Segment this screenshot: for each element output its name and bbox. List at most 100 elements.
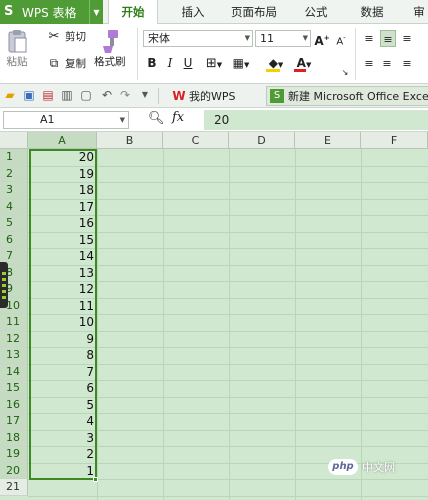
tab-page-layout[interactable]: 页面布局 bbox=[224, 0, 284, 24]
cell-a7[interactable]: 14 bbox=[30, 248, 94, 265]
chevron-down-icon[interactable]: ▼ bbox=[89, 0, 103, 24]
align-left-icon[interactable]: ≡ bbox=[362, 55, 376, 72]
fill-color-icon[interactable]: ◆ ▼ bbox=[264, 55, 288, 72]
font-color-icon[interactable]: A ▼ bbox=[292, 55, 316, 72]
cell-a12[interactable]: 9 bbox=[30, 331, 94, 348]
cell-a2[interactable]: 19 bbox=[30, 166, 94, 183]
cell-a1[interactable]: 20 bbox=[30, 149, 94, 166]
chevron-down-icon: ▼ bbox=[302, 34, 308, 42]
export-pdf-icon[interactable]: ▤ bbox=[41, 88, 55, 102]
cut-button[interactable]: ✂ 剪切 bbox=[46, 29, 86, 44]
row-header[interactable]: 16 bbox=[0, 396, 28, 413]
row-header[interactable]: 14 bbox=[0, 363, 28, 380]
tab-insert[interactable]: 插入 bbox=[170, 0, 216, 24]
cell-a19[interactable]: 2 bbox=[30, 446, 94, 463]
paste-label: 粘贴 bbox=[6, 56, 28, 68]
formula-input[interactable]: 20 bbox=[204, 110, 428, 130]
row-header[interactable]: 4 bbox=[0, 198, 28, 215]
cell-a3[interactable]: 18 bbox=[30, 182, 94, 199]
tab-review[interactable]: 审 bbox=[410, 0, 428, 24]
gridline bbox=[229, 149, 230, 500]
row-header[interactable]: 3 bbox=[0, 182, 28, 199]
row-header[interactable]: 19 bbox=[0, 446, 28, 463]
name-box[interactable]: A1 ▼ bbox=[3, 111, 129, 129]
menu-bar: S WPS 表格 ▼ 开始 插入 页面布局 公式 数据 审 bbox=[0, 0, 428, 25]
cell-a10[interactable]: 11 bbox=[30, 298, 94, 315]
align-right-icon[interactable]: ≡ bbox=[400, 55, 414, 72]
search-icon[interactable]: 🔍︎ bbox=[148, 111, 165, 126]
copy-icon: ⧉ bbox=[49, 56, 59, 70]
row-header[interactable]: 18 bbox=[0, 429, 28, 446]
underline-button[interactable]: U bbox=[181, 55, 195, 72]
tab-my-wps[interactable]: W 我的WPS bbox=[172, 87, 235, 105]
redo-icon[interactable]: ↷ bbox=[118, 88, 132, 102]
ribbon: 粘贴 ✂ 剪切 ⧉ 复制 格式刷 宋体 ▼ 11 ▼ A+ A- B I U ⊞… bbox=[0, 24, 428, 84]
app-menu-button[interactable]: S WPS 表格 ▼ bbox=[0, 0, 103, 24]
cell-a15[interactable]: 6 bbox=[30, 380, 94, 397]
align-center-icon[interactable]: ≡ bbox=[380, 55, 394, 72]
format-painter-button[interactable]: 格式刷 bbox=[94, 28, 126, 69]
cell-a13[interactable]: 8 bbox=[30, 347, 94, 364]
bold-button[interactable]: B bbox=[145, 55, 159, 72]
cell-a17[interactable]: 4 bbox=[30, 413, 94, 430]
tab-home[interactable]: 开始 bbox=[108, 0, 158, 25]
app-title: WPS 表格 bbox=[22, 5, 77, 20]
cell-a4[interactable]: 17 bbox=[30, 199, 94, 216]
font-name-select[interactable]: 宋体 ▼ bbox=[143, 30, 253, 47]
save-icon[interactable]: ▣ bbox=[22, 88, 36, 102]
print-icon[interactable]: ▥ bbox=[60, 88, 74, 102]
row-header[interactable]: 6 bbox=[0, 231, 28, 248]
row-header[interactable]: 17 bbox=[0, 413, 28, 430]
align-top-icon[interactable]: ≡ bbox=[362, 30, 376, 47]
select-all-corner[interactable] bbox=[0, 132, 28, 149]
cell-a16[interactable]: 5 bbox=[30, 397, 94, 414]
row-header[interactable]: 21 bbox=[0, 479, 28, 496]
undo-icon[interactable]: ↶ bbox=[100, 88, 114, 102]
cell-a18[interactable]: 3 bbox=[30, 430, 94, 447]
tab-formulas[interactable]: 公式 bbox=[296, 0, 336, 24]
font-dialog-launcher-icon[interactable]: ↘ bbox=[340, 64, 350, 81]
cell-a14[interactable]: 7 bbox=[30, 364, 94, 381]
row-header[interactable]: 11 bbox=[0, 314, 28, 331]
italic-button[interactable]: I bbox=[163, 55, 177, 72]
tab-document[interactable]: S 新建 Microsoft Office Excel bbox=[266, 86, 428, 106]
row-header[interactable]: 20 bbox=[0, 462, 28, 479]
column-header-c[interactable]: C bbox=[163, 132, 229, 149]
row-header[interactable]: 15 bbox=[0, 380, 28, 397]
row-header[interactable]: 1 bbox=[0, 149, 28, 166]
row-header[interactable]: 13 bbox=[0, 347, 28, 364]
row-header[interactable]: 12 bbox=[0, 330, 28, 347]
column-header-a[interactable]: A bbox=[28, 132, 97, 149]
cell-style-icon[interactable]: ▦▼ bbox=[230, 55, 252, 72]
align-middle-icon[interactable]: ≡ bbox=[380, 30, 396, 47]
cell-a5[interactable]: 16 bbox=[30, 215, 94, 232]
print-preview-icon[interactable]: ▢ bbox=[79, 88, 93, 102]
column-header-e[interactable]: E bbox=[295, 132, 361, 149]
tab-data[interactable]: 数据 bbox=[352, 0, 392, 24]
spreadsheet-grid[interactable]: A B C D E F 1 2 3 4 5 6 7 8 9 10 11 12 13 14 15 16 17 18 1… bbox=[0, 132, 428, 500]
cell-a8[interactable]: 13 bbox=[30, 265, 94, 282]
align-bottom-icon[interactable]: ≡ bbox=[400, 30, 414, 47]
cell-a9[interactable]: 12 bbox=[30, 281, 94, 298]
cell-a11[interactable]: 10 bbox=[30, 314, 94, 331]
gridline bbox=[97, 149, 98, 500]
paste-button[interactable]: 粘贴 bbox=[6, 28, 28, 69]
side-panel-handle[interactable] bbox=[0, 262, 8, 308]
fill-handle[interactable] bbox=[93, 477, 98, 482]
row-header[interactable]: 2 bbox=[0, 165, 28, 182]
font-size-select[interactable]: 11 ▼ bbox=[255, 30, 311, 47]
insert-function-button[interactable]: fx bbox=[172, 110, 184, 125]
borders-icon[interactable]: ⊞▼ bbox=[203, 55, 225, 72]
column-header-b[interactable]: B bbox=[97, 132, 163, 149]
decrease-font-icon[interactable]: A- bbox=[333, 30, 349, 47]
open-folder-icon[interactable]: ▰ bbox=[3, 88, 17, 102]
cell-a6[interactable]: 15 bbox=[30, 232, 94, 249]
watermark-logo: php bbox=[328, 459, 358, 475]
row-header[interactable]: 5 bbox=[0, 215, 28, 232]
cell-a20[interactable]: 1 bbox=[30, 463, 94, 480]
qat-customize-icon[interactable]: ▼ bbox=[140, 88, 150, 102]
column-header-d[interactable]: D bbox=[229, 132, 295, 149]
copy-button[interactable]: ⧉ 复制 bbox=[46, 56, 86, 71]
increase-font-icon[interactable]: A+ bbox=[314, 30, 330, 48]
column-header-f[interactable]: F bbox=[361, 132, 428, 149]
